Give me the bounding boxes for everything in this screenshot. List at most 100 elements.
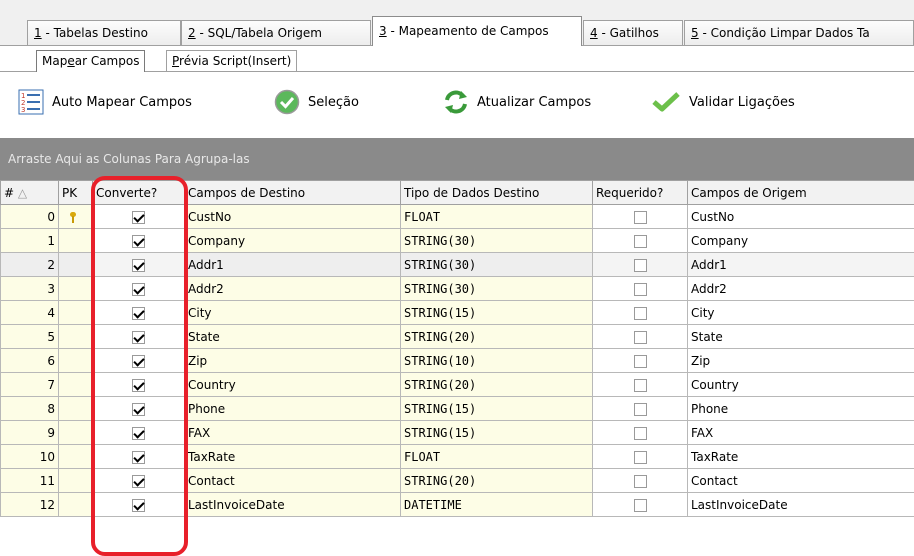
required-checkbox[interactable] bbox=[633, 234, 647, 248]
convert-checkbox[interactable] bbox=[132, 234, 145, 248]
pk-cell[interactable] bbox=[58, 468, 93, 493]
required-cell[interactable] bbox=[592, 444, 688, 469]
source-field-cell[interactable]: Company bbox=[687, 228, 914, 253]
tab-previa-script[interactable]: Prévia Script(Insert) bbox=[166, 50, 298, 72]
dest-field-cell[interactable]: Addr2 bbox=[184, 276, 401, 301]
table-row[interactable]: 2 Addr1 STRING(30) Addr1 bbox=[0, 252, 914, 277]
required-checkbox[interactable] bbox=[633, 330, 647, 344]
dest-type-cell[interactable]: FLOAT bbox=[400, 204, 593, 229]
convert-cell[interactable] bbox=[92, 204, 185, 229]
group-by-panel[interactable]: Arraste Aqui as Colunas Para Agrupa-las bbox=[0, 138, 914, 180]
pk-cell[interactable] bbox=[58, 300, 93, 325]
pk-cell[interactable] bbox=[58, 276, 93, 301]
tab-gatilhos[interactable]: 4 - Gatilhos bbox=[583, 20, 683, 46]
convert-cell[interactable] bbox=[92, 324, 185, 349]
dest-field-cell[interactable]: Addr1 bbox=[184, 252, 401, 277]
required-checkbox[interactable] bbox=[633, 450, 647, 464]
required-checkbox[interactable] bbox=[633, 378, 647, 392]
tab-condicao-limpar-dados[interactable]: 5 - Condição Limpar Dados Ta bbox=[684, 20, 914, 46]
dest-type-cell[interactable]: STRING(30) bbox=[400, 276, 593, 301]
dest-field-cell[interactable]: TaxRate bbox=[184, 444, 401, 469]
required-cell[interactable] bbox=[592, 276, 688, 301]
dest-type-cell[interactable]: STRING(15) bbox=[400, 300, 593, 325]
source-field-cell[interactable]: FAX bbox=[687, 420, 914, 445]
pk-cell[interactable] bbox=[58, 324, 93, 349]
selection-button[interactable]: Seleção bbox=[274, 86, 359, 118]
tab-mapear-campos[interactable]: Mapear Campos bbox=[36, 50, 146, 72]
dest-type-cell[interactable]: STRING(20) bbox=[400, 372, 593, 397]
convert-checkbox[interactable] bbox=[132, 378, 145, 392]
convert-cell[interactable] bbox=[92, 492, 185, 517]
table-row[interactable]: 12 LastInvoiceDate DATETIME LastInvoiceDate bbox=[0, 492, 914, 517]
required-checkbox[interactable] bbox=[633, 354, 647, 368]
dest-field-cell[interactable]: LastInvoiceDate bbox=[184, 492, 401, 517]
dest-field-cell[interactable]: Phone bbox=[184, 396, 401, 421]
dest-field-cell[interactable]: Company bbox=[184, 228, 401, 253]
convert-cell[interactable] bbox=[92, 252, 185, 277]
convert-checkbox[interactable] bbox=[132, 282, 145, 296]
convert-checkbox[interactable] bbox=[132, 402, 145, 416]
convert-cell[interactable] bbox=[92, 300, 185, 325]
source-field-cell[interactable]: Phone bbox=[687, 396, 914, 421]
convert-cell[interactable] bbox=[92, 228, 185, 253]
required-checkbox[interactable] bbox=[633, 282, 647, 296]
convert-checkbox[interactable] bbox=[132, 210, 145, 224]
table-row[interactable]: 3 Addr2 STRING(30) Addr2 bbox=[0, 276, 914, 301]
convert-checkbox[interactable] bbox=[132, 330, 145, 344]
convert-checkbox[interactable] bbox=[132, 498, 145, 512]
pk-cell[interactable] bbox=[58, 204, 93, 229]
table-row[interactable]: 7 Country STRING(20) Country bbox=[0, 372, 914, 397]
pk-cell[interactable] bbox=[58, 228, 93, 253]
column-header-source-field[interactable]: Campos de Origem bbox=[687, 180, 914, 205]
source-field-cell[interactable]: Zip bbox=[687, 348, 914, 373]
column-header-number[interactable]: # △ bbox=[0, 180, 59, 205]
required-checkbox[interactable] bbox=[633, 210, 647, 224]
required-cell[interactable] bbox=[592, 420, 688, 445]
source-field-cell[interactable]: CustNo bbox=[687, 204, 914, 229]
validate-links-button[interactable]: Validar Ligações bbox=[651, 86, 795, 118]
dest-type-cell[interactable]: STRING(20) bbox=[400, 468, 593, 493]
tab-sql-tabela-origem[interactable]: 2 - SQL/Tabela Origem bbox=[181, 20, 371, 46]
table-row[interactable]: 4 City STRING(15) City bbox=[0, 300, 914, 325]
required-checkbox[interactable] bbox=[633, 498, 647, 512]
required-cell[interactable] bbox=[592, 372, 688, 397]
dest-field-cell[interactable]: Country bbox=[184, 372, 401, 397]
tab-mapeamento-de-campos[interactable]: 3 - Mapeamento de Campos bbox=[372, 16, 582, 46]
dest-type-cell[interactable]: STRING(15) bbox=[400, 396, 593, 421]
column-header-dest-type[interactable]: Tipo de Dados Destino bbox=[400, 180, 593, 205]
source-field-cell[interactable]: State bbox=[687, 324, 914, 349]
column-header-required[interactable]: Requerido? bbox=[592, 180, 688, 205]
dest-field-cell[interactable]: FAX bbox=[184, 420, 401, 445]
column-header-convert[interactable]: Converte? bbox=[92, 180, 185, 205]
dest-type-cell[interactable]: STRING(10) bbox=[400, 348, 593, 373]
convert-checkbox[interactable] bbox=[132, 354, 145, 368]
convert-cell[interactable] bbox=[92, 468, 185, 493]
convert-checkbox[interactable] bbox=[132, 450, 145, 464]
dest-field-cell[interactable]: Contact bbox=[184, 468, 401, 493]
convert-checkbox[interactable] bbox=[132, 426, 145, 440]
dest-type-cell[interactable]: DATETIME bbox=[400, 492, 593, 517]
table-row[interactable]: 0 CustNo FLOAT CustNo bbox=[0, 204, 914, 229]
tab-tabelas-destino[interactable]: 1 - Tabelas Destino bbox=[27, 20, 181, 46]
required-cell[interactable] bbox=[592, 252, 688, 277]
table-row[interactable]: 1 Company STRING(30) Company bbox=[0, 228, 914, 253]
source-field-cell[interactable]: Contact bbox=[687, 468, 914, 493]
source-field-cell[interactable]: LastInvoiceDate bbox=[687, 492, 914, 517]
dest-field-cell[interactable]: City bbox=[184, 300, 401, 325]
table-row[interactable]: 5 State STRING(20) State bbox=[0, 324, 914, 349]
dest-type-cell[interactable]: STRING(30) bbox=[400, 228, 593, 253]
dest-type-cell[interactable]: STRING(15) bbox=[400, 420, 593, 445]
table-row[interactable]: 6 Zip STRING(10) Zip bbox=[0, 348, 914, 373]
required-cell[interactable] bbox=[592, 204, 688, 229]
dest-field-cell[interactable]: State bbox=[184, 324, 401, 349]
table-row[interactable]: 11 Contact STRING(20) Contact bbox=[0, 468, 914, 493]
required-checkbox[interactable] bbox=[633, 474, 647, 488]
convert-cell[interactable] bbox=[92, 276, 185, 301]
table-row[interactable]: 8 Phone STRING(15) Phone bbox=[0, 396, 914, 421]
pk-cell[interactable] bbox=[58, 420, 93, 445]
convert-checkbox[interactable] bbox=[132, 306, 145, 320]
required-cell[interactable] bbox=[592, 300, 688, 325]
dest-type-cell[interactable]: STRING(20) bbox=[400, 324, 593, 349]
pk-cell[interactable] bbox=[58, 372, 93, 397]
required-cell[interactable] bbox=[592, 468, 688, 493]
